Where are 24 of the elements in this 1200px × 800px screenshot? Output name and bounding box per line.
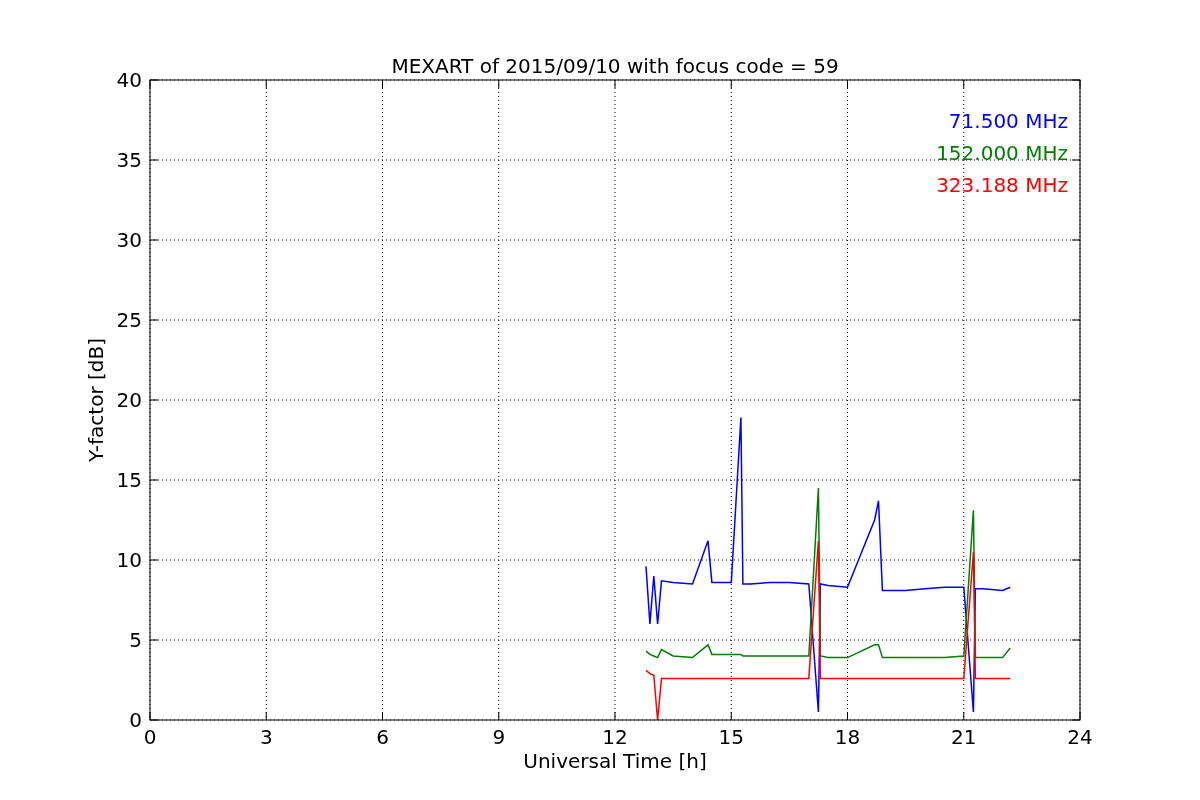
y-tick-label: 0: [129, 708, 142, 732]
y-axis-label: Y-factor [dB]: [84, 338, 108, 462]
x-tick-label: 6: [376, 725, 389, 749]
x-tick-label: 0: [143, 725, 157, 749]
y-tick-label: 15: [116, 468, 142, 492]
y-tick-label: 30: [116, 228, 142, 252]
x-axis-label: Universal Time [h]: [523, 749, 707, 773]
x-tick-label: 18: [834, 725, 861, 749]
legend-label: 323.188 MHz: [936, 173, 1068, 197]
x-tick-label: 12: [602, 725, 628, 749]
x-tick-label: 21: [951, 725, 977, 749]
chart-title: MEXART of 2015/09/10 with focus code = 59: [391, 54, 839, 78]
legend-label: 71.500 MHz: [948, 109, 1068, 133]
legend-label: 152.000 MHz: [936, 141, 1068, 165]
x-tick-label: 15: [718, 725, 744, 749]
x-tick-label: 3: [259, 725, 273, 749]
x-tick-label: 24: [1067, 725, 1093, 749]
y-tick-label: 20: [116, 388, 142, 412]
y-tick-label: 25: [116, 308, 142, 332]
y-tick-label: 35: [116, 148, 142, 172]
y-tick-label: 40: [116, 68, 142, 92]
y-tick-label: 5: [129, 628, 142, 652]
y-tick-label: 10: [116, 548, 142, 572]
x-tick-label: 9: [492, 725, 506, 749]
